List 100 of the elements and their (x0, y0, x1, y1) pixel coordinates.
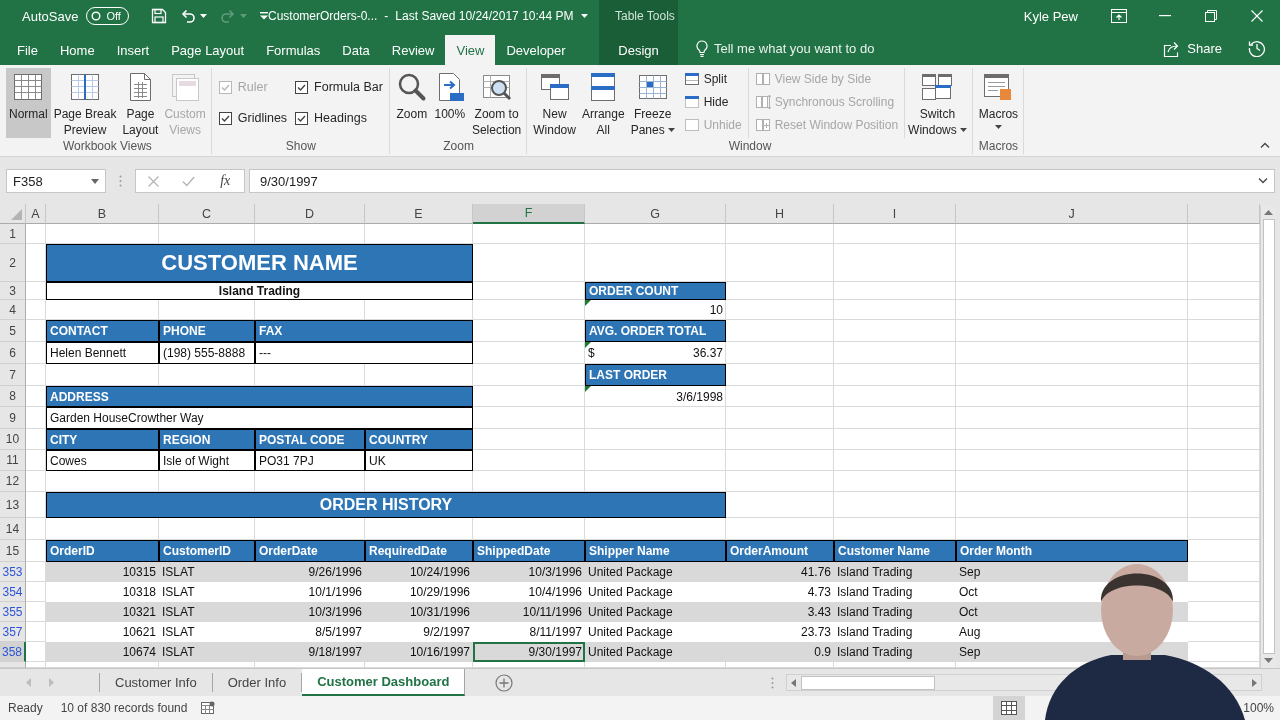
table-cell: 41.76 (726, 562, 834, 582)
scroll-up-icon[interactable] (1264, 210, 1273, 215)
ribbon-tab[interactable]: View (445, 35, 496, 65)
zoom-level[interactable]: 100% (1243, 701, 1280, 715)
group-label: Zoom (442, 138, 475, 154)
ribbon-button[interactable]: Arrange All (578, 68, 628, 138)
table-cell: 10318 (46, 582, 159, 602)
tell-me-field[interactable]: Tell me what you want to do (714, 41, 914, 56)
checkbox-icon[interactable] (295, 111, 309, 125)
row-header[interactable]: 7 (0, 364, 26, 386)
row-header[interactable]: 10 (0, 429, 26, 450)
row-header[interactable]: 355 (0, 602, 26, 622)
table-cell: ISLAT (159, 642, 255, 662)
ribbon-button[interactable]: 100% (430, 68, 469, 138)
row-header[interactable]: 13 (0, 492, 26, 518)
customize-toolbar-icon[interactable] (260, 12, 268, 20)
normal-view-button[interactable] (993, 696, 1026, 720)
row-header[interactable]: 11 (0, 450, 26, 471)
table-cell: 0.9 (726, 642, 834, 662)
scrollbar-thumb[interactable] (1262, 219, 1275, 654)
name-box[interactable]: F358 (6, 169, 106, 193)
column-header[interactable]: F (473, 204, 585, 224)
close-icon[interactable] (1251, 10, 1263, 22)
ribbon-display-icon[interactable] (1111, 9, 1127, 23)
document-title: CustomerOrders-0... (268, 9, 378, 23)
row-header[interactable]: 3 (0, 282, 26, 300)
ribbon-button[interactable]: New Window (530, 68, 579, 138)
column-heading: Customer Name (834, 540, 956, 562)
chevron-down-icon[interactable] (1258, 178, 1268, 184)
insert-function-button[interactable]: fx (218, 173, 233, 189)
ribbon-button[interactable]: Freeze Panes (627, 68, 678, 138)
ribbon-tab[interactable]: Formulas (255, 35, 332, 65)
row-header[interactable]: 14 (0, 518, 26, 540)
table-cell: ISLAT (159, 562, 255, 582)
caret-icon[interactable] (199, 14, 207, 18)
ribbon-tab[interactable]: File (6, 35, 49, 65)
ribbon-tab[interactable]: Home (48, 35, 106, 65)
column-header[interactable]: G (585, 204, 726, 224)
column-header[interactable]: C (159, 204, 255, 224)
row-header[interactable]: 353 (0, 562, 26, 582)
ribbon-button[interactable]: Hide (681, 92, 744, 112)
row-header[interactable]: 1 (0, 224, 26, 244)
ribbon-tab[interactable]: Insert (105, 35, 161, 65)
sheet-tab[interactable]: Customer Dashboard (302, 669, 466, 696)
column-header[interactable]: E (365, 204, 473, 224)
row-header[interactable]: 12 (0, 471, 26, 492)
row-header[interactable]: 8 (0, 386, 26, 407)
checkbox-option[interactable]: Formula Bar (295, 77, 383, 97)
ribbon-button[interactable]: Normal (6, 68, 51, 138)
table-cell: 9/26/1996 (255, 562, 365, 582)
row-header[interactable]: 4 (0, 300, 26, 320)
ribbon-tab[interactable]: Page Layout (160, 35, 256, 65)
field-label: CONTACT (46, 320, 159, 342)
undo-icon[interactable] (179, 8, 196, 24)
ribbon-button[interactable]: Zoom to Selection (468, 68, 525, 138)
chevron-up-icon[interactable] (1260, 142, 1270, 148)
column-header[interactable]: D (255, 204, 365, 224)
ribbon-button[interactable]: Macros (975, 68, 1022, 138)
ribbon-button[interactable]: Page Break Preview (50, 68, 120, 138)
ribbon-tab[interactable]: Developer (495, 35, 577, 65)
ribbon-button[interactable]: Split (681, 69, 744, 89)
checkbox-option[interactable]: Gridlines (218, 108, 288, 128)
column-header[interactable]: A (26, 204, 46, 224)
ribbon-button[interactable]: Zoom (392, 68, 431, 138)
field-label: REGION (159, 429, 255, 450)
save-icon[interactable] (150, 8, 167, 24)
macro-record-icon[interactable] (201, 701, 216, 715)
sheet-tab[interactable]: Customer Info (100, 673, 213, 692)
scrollbar-thumb[interactable] (801, 675, 935, 690)
ribbon-button[interactable]: Page Layout (119, 68, 162, 138)
column-header[interactable]: I (834, 204, 956, 224)
checkbox-option[interactable]: Headings (295, 108, 383, 128)
row-header[interactable]: 5 (0, 320, 26, 342)
vertical-scrollbar[interactable] (1260, 206, 1276, 668)
restore-icon[interactable] (1205, 10, 1217, 22)
column-header[interactable]: J (956, 204, 1188, 224)
caret-icon[interactable] (580, 14, 588, 18)
minimize-icon[interactable] (1159, 15, 1171, 17)
history-icon[interactable] (1248, 39, 1266, 57)
column-header[interactable]: B (46, 204, 159, 224)
cancel-icon[interactable] (147, 175, 159, 187)
column-header[interactable]: H (726, 204, 834, 224)
row-header[interactable]: 2 (0, 244, 26, 282)
row-header[interactable]: 9 (0, 407, 26, 429)
row-header[interactable]: 358 (0, 642, 26, 662)
ribbon-tab[interactable]: Data (331, 35, 381, 65)
share-button[interactable]: Share (1157, 32, 1228, 65)
checkbox-icon[interactable] (295, 80, 309, 94)
formula-input[interactable]: 9/30/1997 (249, 169, 1275, 193)
row-header[interactable]: 357 (0, 622, 26, 642)
enter-icon[interactable] (181, 175, 195, 187)
row-header[interactable]: 15 (0, 540, 26, 562)
row-header[interactable]: 6 (0, 342, 26, 364)
row-header[interactable]: 354 (0, 582, 26, 602)
ribbon-tab[interactable]: Review (380, 35, 446, 65)
checkbox-icon[interactable] (218, 111, 232, 125)
caret-icon[interactable] (91, 178, 99, 184)
ribbon-button[interactable]: Switch Windows (905, 68, 970, 138)
scroll-down-icon[interactable] (1264, 658, 1273, 663)
add-sheet-icon[interactable] (495, 673, 514, 692)
